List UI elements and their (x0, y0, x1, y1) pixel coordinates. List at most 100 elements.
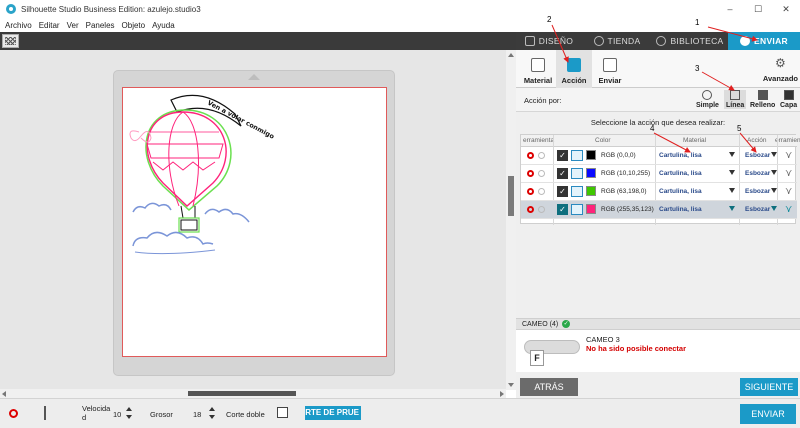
send-button[interactable]: ENVIAR (740, 404, 796, 424)
speed-label-line1: Velocida (82, 404, 111, 413)
line-icon (730, 90, 741, 100)
action-table: erramienta Color Material Acción erramie… (520, 134, 800, 225)
tab-design[interactable]: DISEÑO (516, 32, 582, 50)
cut-radio-icon[interactable] (527, 206, 534, 213)
row-checkbox[interactable]: ✓ (557, 150, 568, 161)
action-dropdown-icon[interactable] (771, 206, 777, 211)
vertical-scroll-thumb[interactable] (508, 176, 514, 216)
material-dropdown-icon[interactable] (729, 152, 735, 157)
double-cut-checkbox[interactable] (277, 407, 288, 418)
row-material-select[interactable]: Cartulina, lisa (659, 206, 702, 213)
tab-send[interactable]: ENVIAR (728, 32, 800, 50)
design-canvas[interactable]: Ven a volar conmigo (0, 50, 506, 390)
tool-radio-icon[interactable] (538, 170, 545, 177)
blade-tool-icon[interactable]: ⋎ (785, 150, 792, 161)
horizontal-scroll-thumb[interactable] (188, 391, 296, 396)
fill-icon (757, 90, 768, 100)
cameo-device-bar[interactable]: CAMEO (4) ✓ (516, 318, 800, 330)
blade-icon (567, 58, 581, 72)
paper-area[interactable]: Ven a volar conmigo (122, 87, 387, 357)
action-by-label: Acción por: (524, 96, 562, 105)
mode-fill-label: Relleno (750, 102, 776, 109)
blade-holder-icon[interactable] (44, 406, 52, 420)
row-action-select[interactable]: Esbozar (745, 206, 770, 213)
mode-fill[interactable]: Relleno (750, 90, 775, 109)
row-checkbox[interactable]: ✓ (557, 204, 568, 215)
speed-value[interactable]: 10 (113, 410, 121, 419)
subtab-action[interactable]: Acción (556, 50, 592, 88)
vertical-scrollbar[interactable] (506, 50, 516, 390)
blade-tool-icon[interactable]: ⋎ (785, 168, 792, 179)
header-action: Acción (747, 137, 767, 144)
subtab-send[interactable]: Enviar (592, 50, 628, 88)
menu-paneles[interactable]: Paneles (86, 21, 115, 30)
action-dropdown-icon[interactable] (771, 170, 777, 175)
scroll-right-icon[interactable] (500, 391, 504, 397)
header-color: Color (595, 137, 611, 144)
mode-simple[interactable]: Simple (696, 90, 719, 109)
menu-objeto[interactable]: Objeto (122, 21, 146, 30)
horizontal-scrollbar[interactable] (0, 389, 506, 398)
table-row[interactable]: ✓ RGB (63,198,0) Cartulina, lisa Esbozar… (521, 183, 797, 201)
menu-ayuda[interactable]: Ayuda (152, 21, 175, 30)
menu-ver[interactable]: Ver (67, 21, 79, 30)
row-action-select[interactable]: Esbozar (745, 188, 770, 195)
speed-stepper[interactable] (126, 406, 132, 420)
row-checkbox[interactable]: ✓ (557, 186, 568, 197)
grid-pattern-icon[interactable] (2, 34, 19, 48)
tool-radio-icon[interactable] (538, 188, 545, 195)
thickness-value[interactable]: 18 (193, 410, 201, 419)
advanced-label: Avanzado (762, 74, 798, 83)
menu-editar[interactable]: Editar (39, 21, 60, 30)
scroll-left-icon[interactable] (2, 391, 6, 397)
close-button[interactable]: ✕ (772, 0, 800, 18)
printer-icon (603, 58, 617, 72)
mode-layer[interactable]: Capa (780, 90, 797, 109)
row-action-select[interactable]: Esbozar (745, 170, 770, 177)
scroll-down-icon[interactable] (508, 383, 514, 387)
row-material-select[interactable]: Cartulina, lisa (659, 188, 702, 195)
cut-radio-icon[interactable] (527, 170, 534, 177)
tool-radio-icon[interactable] (538, 152, 545, 159)
mode-line[interactable]: Línea (724, 90, 747, 109)
material-dropdown-icon[interactable] (729, 188, 735, 193)
color-swatch (586, 204, 596, 214)
tab-library[interactable]: BIBLIOTECA (652, 32, 728, 50)
scroll-up-icon[interactable] (508, 53, 514, 57)
row-action-select[interactable]: Esbozar (745, 152, 770, 159)
minimize-button[interactable]: – (716, 0, 744, 18)
table-row[interactable]: ✓ RGB (0,0,0) Cartulina, lisa Esbozar ⋎ (521, 147, 797, 165)
test-cut-button[interactable]: RTE DE PRUE (305, 406, 361, 420)
annotation-5: 5 (737, 124, 742, 133)
action-dropdown-icon[interactable] (771, 188, 777, 193)
action-dropdown-icon[interactable] (771, 152, 777, 157)
menu-archivo[interactable]: Archivo (5, 21, 32, 30)
connection-status: No ha sido posible conectar (586, 344, 687, 353)
row-material-select[interactable]: Cartulina, lisa (659, 170, 702, 177)
back-button[interactable]: ATRÁS (520, 378, 578, 396)
row-color-value: RGB (63,198,0) (601, 188, 647, 195)
color-swatch (586, 186, 596, 196)
row-material-select[interactable]: Cartulina, lisa (659, 152, 702, 159)
next-button[interactable]: SIGUIENTE (740, 378, 798, 396)
material-dropdown-icon[interactable] (729, 206, 735, 211)
balloon-design[interactable]: Ven a volar conmigo (123, 88, 388, 358)
table-row-selected[interactable]: ✓ RGB (255,35,123) Cartulina, lisa Esboz… (521, 201, 797, 219)
tool-radio-icon[interactable] (538, 206, 545, 213)
fill-pattern-icon (571, 186, 583, 197)
speed-label-line2: d (82, 413, 87, 422)
cut-radio-icon[interactable] (527, 188, 534, 195)
row-checkbox[interactable]: ✓ (557, 168, 568, 179)
material-dropdown-icon[interactable] (729, 170, 735, 175)
maximize-button[interactable]: ☐ (744, 0, 772, 18)
blade-tool-icon[interactable]: ⋎ (785, 186, 792, 197)
blade-tool-icon[interactable]: ⋎ (785, 204, 792, 215)
table-row[interactable]: ✓ RGB (10,10,255) Cartulina, lisa Esboza… (521, 165, 797, 183)
advanced-button[interactable]: ⚙ Avanzado (763, 56, 798, 83)
thickness-stepper[interactable] (209, 406, 215, 420)
tab-store[interactable]: TIENDA (582, 32, 652, 50)
record-icon[interactable] (9, 409, 18, 418)
subtab-material[interactable]: Material (520, 50, 556, 88)
menu-bar: Archivo Editar Ver Paneles Objeto Ayuda (0, 18, 800, 32)
cut-radio-icon[interactable] (527, 152, 534, 159)
